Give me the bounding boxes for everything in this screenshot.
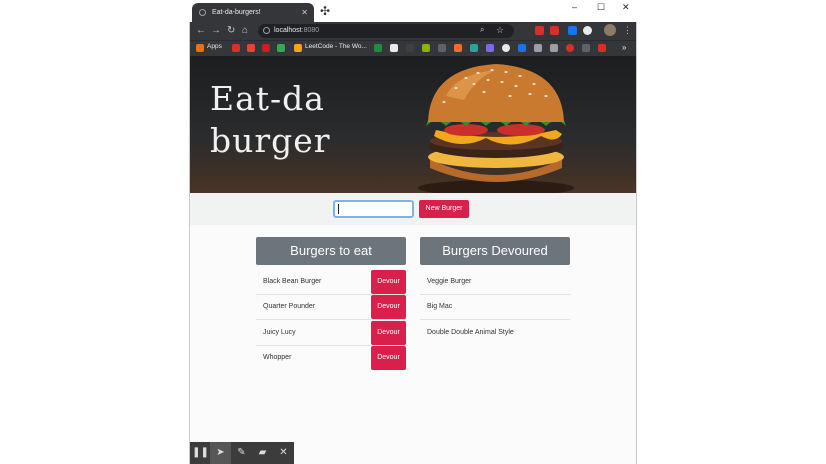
hero-banner: Eat-da burger	[190, 56, 636, 193]
new-burger-button[interactable]: New Burger	[419, 200, 469, 218]
address-bar[interactable]: localhost:8080	[258, 24, 514, 38]
new-burger-form: New Burger	[190, 193, 636, 225]
burgers-devoured-heading: Burgers Devoured	[420, 237, 570, 265]
back-icon[interactable]: ←	[196, 25, 206, 36]
gitlab-icon[interactable]	[454, 44, 462, 52]
extension-icon[interactable]	[550, 26, 559, 35]
title-bar: Eat-da-burgers! ✕ ✣ – ☐ ✕	[189, 0, 637, 22]
extension-icon[interactable]	[583, 26, 592, 35]
list-item: Whopper Devour	[256, 346, 406, 371]
close-icon[interactable]: ✕	[273, 442, 294, 464]
bookmark-star-icon[interactable]: ☆	[496, 25, 504, 36]
burger-name: Whopper	[263, 354, 292, 361]
site-info-icon[interactable]	[263, 27, 270, 34]
burger-name: Quarter Pounder	[263, 303, 316, 310]
bookmark-icon[interactable]	[438, 44, 446, 52]
burger-name-input[interactable]	[333, 200, 414, 218]
eraser-icon[interactable]: ▰	[252, 442, 273, 464]
bookmark-icon[interactable]	[582, 44, 590, 52]
bookmark-icon[interactable]	[598, 44, 606, 52]
bookmark-icon[interactable]	[534, 44, 542, 52]
cursor-icon[interactable]: ➤	[210, 442, 231, 464]
github-icon[interactable]	[502, 44, 510, 52]
reload-icon[interactable]: ↻	[227, 25, 235, 36]
bookmark-icon[interactable]	[518, 44, 526, 52]
bookmark-icon[interactable]	[262, 44, 270, 52]
new-tab-icon[interactable]: ✣	[320, 4, 330, 18]
list-item: Juicy Lucy Devour	[256, 321, 406, 346]
bookmark-leetcode[interactable]: LeetCode - The Wo...	[305, 43, 367, 50]
bookmark-icon[interactable]	[406, 44, 414, 52]
list-item: Veggie Burger	[420, 270, 570, 295]
tab-title: Eat-da-burgers!	[212, 9, 261, 16]
tab-favicon-icon	[199, 9, 206, 16]
forward-icon[interactable]: →	[211, 25, 221, 36]
avatar[interactable]	[604, 24, 616, 36]
extension-icon[interactable]	[535, 26, 544, 35]
recorder-toolbar: ❚❚ ➤ ✎ ▰ ✕	[190, 442, 294, 464]
bookmark-apps[interactable]: Apps	[207, 43, 222, 50]
bookmarks-bar: Apps LeetCode - The Wo... »	[190, 40, 636, 56]
list-item: Double Double Animal Style	[420, 321, 570, 346]
apps-icon	[196, 44, 204, 52]
page-title: Eat-da burger	[210, 79, 331, 160]
burger-name: Double Double Animal Style	[427, 329, 514, 336]
more-bookmarks-icon[interactable]: »	[622, 43, 626, 52]
list-item: Quarter Pounder Devour	[256, 295, 406, 320]
pen-icon[interactable]: ✎	[231, 442, 252, 464]
gmail-icon[interactable]	[247, 44, 255, 52]
text-caret	[338, 204, 339, 214]
url-host: localhost	[274, 27, 302, 34]
drive-icon[interactable]	[277, 44, 285, 52]
devour-button[interactable]: Devour	[371, 270, 406, 294]
bookmark-icon[interactable]	[550, 44, 558, 52]
browser-toolbar: ← → ↻ ⌂ localhost:8080 ⌕ ☆ ⋮	[190, 22, 636, 40]
list-item: Big Mac	[420, 295, 570, 320]
burger-image	[418, 64, 574, 193]
burger-name: Black Bean Burger	[263, 278, 322, 285]
browser-tab[interactable]: Eat-da-burgers! ✕	[192, 3, 314, 22]
burger-name: Juicy Lucy	[263, 329, 296, 336]
menu-icon[interactable]: ⋮	[623, 25, 632, 36]
pause-icon[interactable]: ❚❚	[190, 442, 211, 464]
zoom-icon[interactable]: ⌕	[480, 25, 484, 35]
list-item: Black Bean Burger Devour	[256, 270, 406, 295]
burgers-to-eat-heading: Burgers to eat	[256, 237, 406, 265]
url-port: :8080	[301, 27, 320, 34]
devour-button[interactable]: Devour	[371, 346, 406, 370]
burger-name: Veggie Burger	[427, 278, 472, 285]
bookmark-icon[interactable]	[566, 44, 574, 52]
home-icon[interactable]: ⌂	[242, 25, 248, 36]
window-close-icon[interactable]: ✕	[622, 2, 630, 13]
tab-close-icon[interactable]: ✕	[301, 3, 308, 22]
bookmark-icon[interactable]	[470, 44, 478, 52]
bookmark-icon[interactable]	[232, 44, 240, 52]
devour-button[interactable]: Devour	[371, 321, 406, 345]
devour-button[interactable]: Devour	[371, 295, 406, 319]
burger-name: Big Mac	[427, 303, 453, 310]
maximize-icon[interactable]: ☐	[597, 2, 605, 13]
minimize-icon[interactable]: –	[572, 2, 577, 12]
extension-icon[interactable]	[568, 26, 577, 35]
leetcode-icon	[294, 44, 302, 52]
bookmark-icon[interactable]	[390, 44, 398, 52]
bookmark-icon[interactable]	[374, 44, 382, 52]
bookmark-icon[interactable]	[422, 44, 430, 52]
bookmark-icon[interactable]	[486, 44, 494, 52]
